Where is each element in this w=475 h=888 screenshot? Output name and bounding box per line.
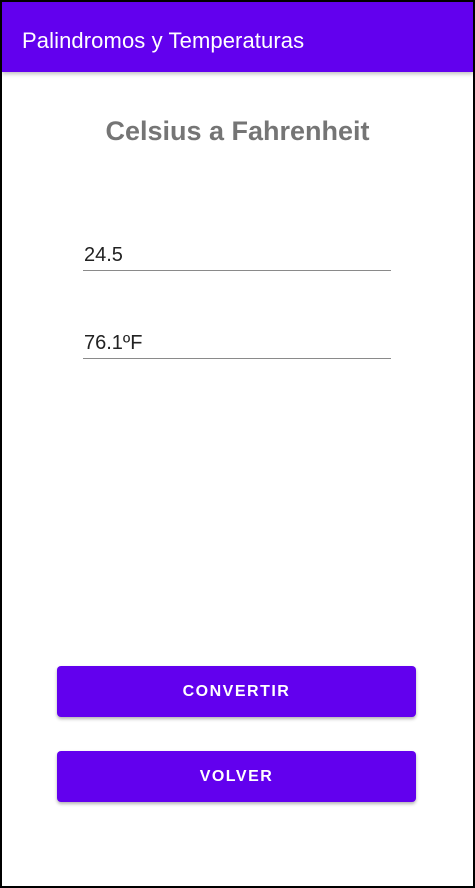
celsius-input[interactable] bbox=[84, 244, 384, 267]
fahrenheit-field bbox=[83, 324, 391, 359]
app-bar: Palindromos y Temperaturas bbox=[2, 2, 473, 72]
app-bar-title: Palindromos y Temperaturas bbox=[22, 28, 305, 53]
page-title: Celsius a Fahrenheit bbox=[105, 116, 370, 146]
convert-button[interactable]: CONVERTIR bbox=[57, 666, 416, 717]
fahrenheit-output[interactable] bbox=[84, 332, 384, 355]
back-button[interactable]: VOLVER bbox=[57, 751, 416, 802]
celsius-field bbox=[83, 236, 391, 271]
app-screen: Palindromos y Temperaturas Celsius a Fah… bbox=[0, 0, 475, 888]
